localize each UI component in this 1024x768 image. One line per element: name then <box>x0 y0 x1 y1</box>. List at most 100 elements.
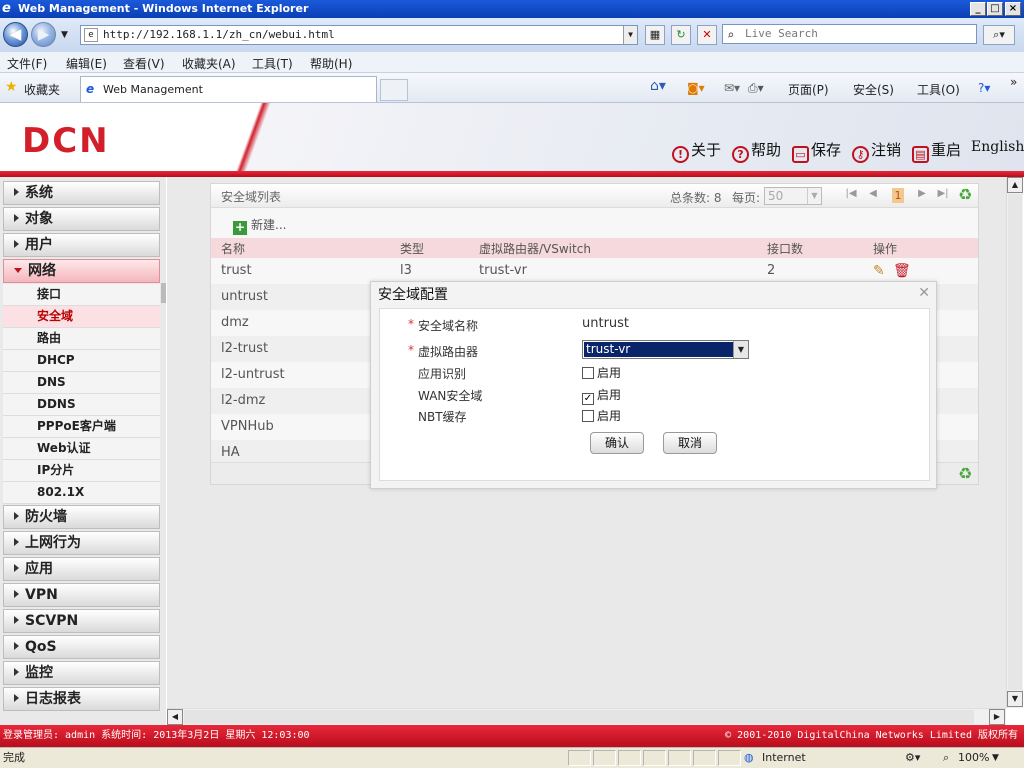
menu-help[interactable]: 帮助(H) <box>310 55 352 72</box>
feeds-icon[interactable]: ◙▾ <box>687 81 705 95</box>
sidebar-item-label: SCVPN <box>25 613 79 629</box>
hscroll-thumb[interactable] <box>184 710 974 724</box>
sidebar-sub-pppoe[interactable]: PPPoE客户端 <box>3 416 160 438</box>
scroll-right-icon[interactable]: ▶ <box>989 709 1005 725</box>
favorites-button[interactable]: 收藏夹 <box>24 81 60 98</box>
status-done: 完成 <box>3 751 25 764</box>
minimize-button[interactable]: _ <box>970 2 986 16</box>
horizontal-scrollbar[interactable]: ◀ ▶ <box>167 708 1006 725</box>
sidebar-item-network[interactable]: 网络 <box>3 259 160 283</box>
sidebar-sub-zone[interactable]: 安全域 <box>3 306 160 328</box>
sidebar-item-behavior[interactable]: 上网行为 <box>3 531 160 555</box>
history-dropdown-icon[interactable]: ▼ <box>61 30 68 40</box>
new-tab-button[interactable] <box>380 79 408 101</box>
tab-title: Web Management <box>103 83 203 96</box>
sidebar-item-qos[interactable]: QoS <box>3 635 160 659</box>
per-page-select[interactable]: 50 ▼ <box>764 187 822 205</box>
zone-config-dialog: 安全域配置 ✕ * 安全域名称 untrust * 虚拟路由器 trust-vr… <box>370 281 937 489</box>
refresh-button[interactable]: ↻ <box>671 25 691 45</box>
forward-button[interactable]: ▶ <box>31 22 56 47</box>
help-link[interactable]: ? 帮助 <box>732 139 781 163</box>
safety-menu[interactable]: 安全(S) <box>853 81 894 98</box>
sidebar-item-system[interactable]: 系统 <box>3 181 160 205</box>
mail-icon[interactable]: ✉▾ <box>724 81 740 95</box>
search-input[interactable]: ⌕ Live Search <box>722 24 977 44</box>
scroll-left-icon[interactable]: ◀ <box>167 709 183 725</box>
sidebar-sub-dhcp[interactable]: DHCP <box>3 350 160 372</box>
help-menu-icon[interactable]: ?▾ <box>978 81 990 95</box>
wan-zone-checkbox[interactable]: ✓ 启用 <box>582 386 621 405</box>
close-window-button[interactable]: × <box>1005 2 1021 16</box>
reboot-link[interactable]: ▤ 重启 <box>912 139 961 163</box>
sidebar-item-logs[interactable]: 日志报表 <box>3 687 160 711</box>
next-page-icon[interactable]: ▶ <box>916 187 928 201</box>
dialog-close-icon[interactable]: ✕ <box>918 285 930 301</box>
reboot-label: 重启 <box>931 141 962 159</box>
menu-favorites[interactable]: 收藏夹(A) <box>182 55 236 72</box>
url-input[interactable]: e http://192.168.1.1/zh_cn/webui.html ▼ <box>80 25 638 45</box>
sidebar-sub-web-auth[interactable]: Web认证 <box>3 438 160 460</box>
sidebar-sub-ddns[interactable]: DDNS <box>3 394 160 416</box>
prev-page-icon[interactable]: ◀ <box>867 187 879 201</box>
home-icon[interactable]: ⌂▾ <box>650 78 666 94</box>
confirm-button[interactable]: 确认 <box>590 432 644 454</box>
stop-button[interactable]: ✕ <box>697 25 717 45</box>
tab-web-management[interactable]: e Web Management <box>80 76 377 102</box>
back-button[interactable]: ◀ <box>3 22 28 47</box>
about-link[interactable]: ! 关于 <box>672 139 721 163</box>
language-link[interactable]: English <box>971 139 1024 155</box>
protected-mode-icon[interactable]: ⚙▾ <box>905 748 920 768</box>
print-icon[interactable]: ⎙▾ <box>748 81 764 96</box>
expand-arrow-icon <box>14 240 19 248</box>
app-status-bar: 登录管理员: admin 系统时间: 2013年3月2日 星期六 12:03:0… <box>0 725 1024 747</box>
save-link[interactable]: ▭ 保存 <box>792 139 841 163</box>
sidebar-item-vpn[interactable]: VPN <box>3 583 160 607</box>
sidebar-item-label: 用户 <box>25 237 53 253</box>
sidebar-collapse-handle[interactable] <box>161 283 166 303</box>
menu-view[interactable]: 查看(V) <box>123 55 165 72</box>
refresh-list-icon[interactable]: ♻ <box>958 185 972 204</box>
page-menu[interactable]: 页面(P) <box>788 81 829 98</box>
sidebar-sub-8021x[interactable]: 802.1X <box>3 482 160 504</box>
sidebar-item-users[interactable]: 用户 <box>3 233 160 257</box>
sidebar-item-scvpn[interactable]: SCVPN <box>3 609 160 633</box>
vertical-scrollbar[interactable]: ▲ ▼ <box>1006 177 1023 708</box>
logout-link[interactable]: ⚷ 注销 <box>852 139 901 163</box>
expand-arrow-icon <box>14 642 19 650</box>
sidebar-item-firewall[interactable]: 防火墙 <box>3 505 160 529</box>
tools-menu[interactable]: 工具(O) <box>917 81 960 98</box>
more-chevron-icon[interactable]: » <box>1010 75 1017 89</box>
sidebar-sub-ip-fragment[interactable]: IP分片 <box>3 460 160 482</box>
first-page-icon[interactable]: |◀ <box>845 187 857 201</box>
compatibility-button[interactable]: ▦ <box>645 25 665 45</box>
menu-edit[interactable]: 编辑(E) <box>66 55 107 72</box>
sidebar-sub-dns[interactable]: DNS <box>3 372 160 394</box>
scroll-up-icon[interactable]: ▲ <box>1007 177 1023 193</box>
sidebar-item-objects[interactable]: 对象 <box>3 207 160 231</box>
new-zone-button[interactable]: + 新建... <box>233 216 286 235</box>
url-dropdown-icon[interactable]: ▼ <box>623 26 637 44</box>
status-segment <box>693 750 716 766</box>
nbt-cache-checkbox[interactable]: 启用 <box>582 407 621 424</box>
key-icon: ⚷ <box>852 146 869 163</box>
vr-select[interactable]: trust-vr ▼ <box>582 340 749 359</box>
scroll-down-icon[interactable]: ▼ <box>1007 691 1023 707</box>
last-page-icon[interactable]: ▶| <box>937 187 949 201</box>
zoom-icon[interactable]: ⌕ <box>943 748 949 768</box>
sidebar-item-application[interactable]: 应用 <box>3 557 160 581</box>
sidebar-sub-interface[interactable]: 接口 <box>3 284 160 306</box>
sidebar-item-label: 监控 <box>25 665 53 681</box>
zoom-level[interactable]: 100% <box>958 748 989 768</box>
refresh-list-icon[interactable]: ♻ <box>958 464 972 483</box>
search-button[interactable]: ⌕▾ <box>983 25 1015 45</box>
maximize-button[interactable]: □ <box>987 2 1003 16</box>
menu-tools[interactable]: 工具(T) <box>252 55 293 72</box>
zoom-dropdown-icon[interactable]: ▼ <box>992 748 999 768</box>
cancel-button[interactable]: 取消 <box>663 432 717 454</box>
scroll-thumb[interactable] <box>1008 194 1022 690</box>
app-id-checkbox[interactable]: 启用 <box>582 364 621 381</box>
zone-name: VPNHub <box>221 419 274 434</box>
menu-file[interactable]: 文件(F) <box>7 55 47 72</box>
sidebar-item-monitor[interactable]: 监控 <box>3 661 160 685</box>
sidebar-sub-routing[interactable]: 路由 <box>3 328 160 350</box>
